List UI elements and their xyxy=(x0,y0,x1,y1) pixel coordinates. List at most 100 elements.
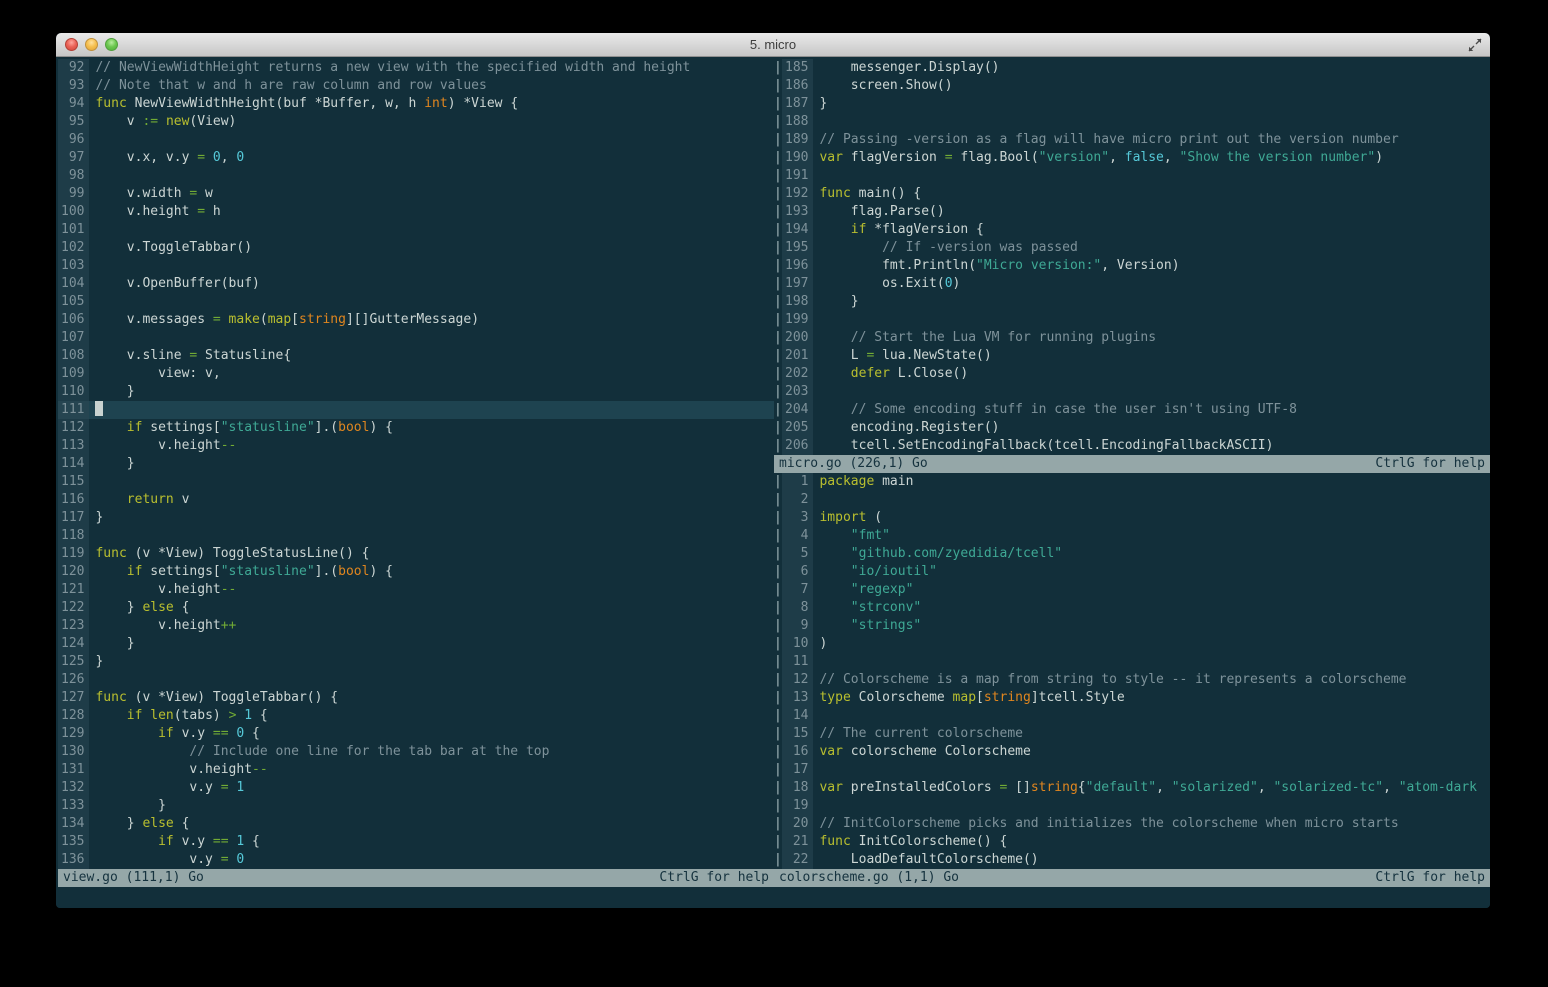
code-line[interactable]: 133 } xyxy=(58,797,774,815)
code-line[interactable]: 103 xyxy=(58,257,774,275)
code-line[interactable]: | 7 "regexp" xyxy=(774,581,1490,599)
code-line[interactable]: |192func main() { xyxy=(774,185,1490,203)
code-line[interactable]: 134 } else { xyxy=(58,815,774,833)
code-line[interactable]: |205 encoding.Register() xyxy=(774,419,1490,437)
zoom-icon[interactable] xyxy=(105,38,118,51)
code-line[interactable]: |187} xyxy=(774,95,1490,113)
pane-view-go[interactable]: 92// NewViewWidthHeight returns a new vi… xyxy=(58,59,774,869)
code-line[interactable]: |190var flagVersion = flag.Bool("version… xyxy=(774,149,1490,167)
code-line[interactable]: 116 return v xyxy=(58,491,774,509)
code-line[interactable]: | 6 "io/ioutil" xyxy=(774,563,1490,581)
code-line[interactable]: 101 xyxy=(58,221,774,239)
code-line[interactable]: |188 xyxy=(774,113,1490,131)
code-line[interactable]: |191 xyxy=(774,167,1490,185)
code-line[interactable]: |193 flag.Parse() xyxy=(774,203,1490,221)
code-line[interactable]: 135 if v.y == 1 { xyxy=(58,833,774,851)
code-line[interactable]: 132 v.y = 1 xyxy=(58,779,774,797)
code-line[interactable]: 95 v := new(View) xyxy=(58,113,774,131)
code-line[interactable]: 123 v.height++ xyxy=(58,617,774,635)
code-line[interactable]: 122 } else { xyxy=(58,599,774,617)
code-line[interactable]: 131 v.height-- xyxy=(58,761,774,779)
code-line[interactable]: |185 messenger.Display() xyxy=(774,59,1490,77)
code-line[interactable]: 92// NewViewWidthHeight returns a new vi… xyxy=(58,59,774,77)
code-line[interactable]: 126 xyxy=(58,671,774,689)
code-line[interactable]: | 2 xyxy=(774,491,1490,509)
code-line[interactable]: | 8 "strconv" xyxy=(774,599,1490,617)
code-line[interactable]: |202 defer L.Close() xyxy=(774,365,1490,383)
code-line[interactable]: 128 if len(tabs) > 1 { xyxy=(58,707,774,725)
code-text: func (v *View) ToggleStatusLine() { xyxy=(89,545,774,563)
code-line[interactable]: |194 if *flagVersion { xyxy=(774,221,1490,239)
code-line[interactable]: |201 L = lua.NewState() xyxy=(774,347,1490,365)
code-line[interactable]: |204 // Some encoding stuff in case the … xyxy=(774,401,1490,419)
code-line[interactable]: 98 xyxy=(58,167,774,185)
code-text: var preInstalledColors = []string{"defau… xyxy=(813,779,1490,797)
code-line[interactable]: 97 v.x, v.y = 0, 0 xyxy=(58,149,774,167)
code-line[interactable]: 114 } xyxy=(58,455,774,473)
code-line[interactable]: 124 } xyxy=(58,635,774,653)
code-line[interactable]: | 10) xyxy=(774,635,1490,653)
code-line[interactable]: 129 if v.y == 0 { xyxy=(58,725,774,743)
code-line[interactable]: | 11 xyxy=(774,653,1490,671)
pane-colorscheme-go[interactable]: | 1package main| 2| 3import (| 4 "fmt"| … xyxy=(774,473,1490,869)
code-line[interactable]: 94func NewViewWidthHeight(buf *Buffer, w… xyxy=(58,95,774,113)
code-line[interactable]: 130 // Include one line for the tab bar … xyxy=(58,743,774,761)
code-line[interactable]: | 20// InitColorscheme picks and initial… xyxy=(774,815,1490,833)
code-line[interactable]: 117} xyxy=(58,509,774,527)
code-line[interactable]: 102 v.ToggleTabbar() xyxy=(58,239,774,257)
code-line[interactable]: 105 xyxy=(58,293,774,311)
code-line[interactable]: | 16var colorscheme Colorscheme xyxy=(774,743,1490,761)
code-line[interactable]: |196 fmt.Println("Micro version:", Versi… xyxy=(774,257,1490,275)
code-line[interactable]: 113 v.height-- xyxy=(58,437,774,455)
code-line[interactable]: | 15// The current colorscheme xyxy=(774,725,1490,743)
code-line[interactable]: | 17 xyxy=(774,761,1490,779)
code-line[interactable]: |200 // Start the Lua VM for running plu… xyxy=(774,329,1490,347)
code-line[interactable]: |198 } xyxy=(774,293,1490,311)
code-line[interactable]: 107 xyxy=(58,329,774,347)
code-line[interactable]: |206 tcell.SetEncodingFallback(tcell.Enc… xyxy=(774,437,1490,455)
code-line[interactable]: 136 v.y = 0 xyxy=(58,851,774,869)
titlebar[interactable]: 5. micro xyxy=(56,33,1490,57)
code-line[interactable]: |197 os.Exit(0) xyxy=(774,275,1490,293)
code-line[interactable]: |203 xyxy=(774,383,1490,401)
code-line[interactable]: | 14 xyxy=(774,707,1490,725)
code-line[interactable]: | 9 "strings" xyxy=(774,617,1490,635)
code-line[interactable]: |189// Passing -version as a flag will h… xyxy=(774,131,1490,149)
code-line[interactable]: 96 xyxy=(58,131,774,149)
code-line[interactable]: 109 view: v, xyxy=(58,365,774,383)
code-line[interactable]: | 13type Colorscheme map[string]tcell.St… xyxy=(774,689,1490,707)
code-line[interactable]: | 3import ( xyxy=(774,509,1490,527)
code-line[interactable]: |186 screen.Show() xyxy=(774,77,1490,95)
code-line[interactable]: | 12// Colorscheme is a map from string … xyxy=(774,671,1490,689)
code-line[interactable]: 106 v.messages = make(map[string][]Gutte… xyxy=(58,311,774,329)
code-line[interactable]: | 19 xyxy=(774,797,1490,815)
code-line[interactable]: 93// Note that w and h are raw column an… xyxy=(58,77,774,95)
code-line[interactable]: 108 v.sline = Statusline{ xyxy=(58,347,774,365)
code-line[interactable]: 111 xyxy=(58,401,774,419)
pane-micro-go[interactable]: |185 messenger.Display()|186 screen.Show… xyxy=(774,59,1490,455)
minimize-icon[interactable] xyxy=(85,38,98,51)
code-line[interactable]: | 5 "github.com/zyedidia/tcell" xyxy=(774,545,1490,563)
code-line[interactable]: 110 } xyxy=(58,383,774,401)
fullscreen-toggle-icon[interactable] xyxy=(1467,37,1483,53)
code-line[interactable]: | 21func InitColorscheme() { xyxy=(774,833,1490,851)
code-line[interactable]: 121 v.height-- xyxy=(58,581,774,599)
code-line[interactable]: 100 v.height = h xyxy=(58,203,774,221)
code-line[interactable]: 119func (v *View) ToggleStatusLine() { xyxy=(58,545,774,563)
code-line[interactable]: 127func (v *View) ToggleTabbar() { xyxy=(58,689,774,707)
code-line[interactable]: | 4 "fmt" xyxy=(774,527,1490,545)
code-line[interactable]: 125} xyxy=(58,653,774,671)
close-icon[interactable] xyxy=(65,38,78,51)
code-line[interactable]: 115 xyxy=(58,473,774,491)
code-line[interactable]: 99 v.width = w xyxy=(58,185,774,203)
code-line[interactable]: |199 xyxy=(774,311,1490,329)
code-line[interactable]: | 18var preInstalledColors = []string{"d… xyxy=(774,779,1490,797)
code-line[interactable]: 104 v.OpenBuffer(buf) xyxy=(58,275,774,293)
code-line[interactable]: 118 xyxy=(58,527,774,545)
command-message-line[interactable] xyxy=(58,887,1490,907)
code-line[interactable]: | 1package main xyxy=(774,473,1490,491)
code-line[interactable]: 112 if settings["statusline"].(bool) { xyxy=(58,419,774,437)
code-line[interactable]: |195 // If -version was passed xyxy=(774,239,1490,257)
code-line[interactable]: | 22 LoadDefaultColorscheme() xyxy=(774,851,1490,869)
code-line[interactable]: 120 if settings["statusline"].(bool) { xyxy=(58,563,774,581)
